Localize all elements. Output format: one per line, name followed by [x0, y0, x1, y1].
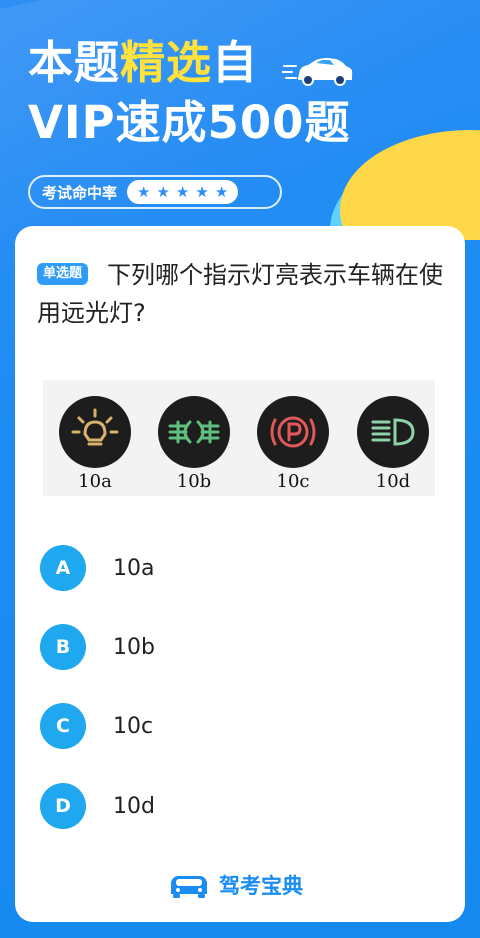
option-letter: A [40, 545, 86, 591]
option-c[interactable]: C 10c [40, 703, 440, 749]
parking-brake-indicator-icon [257, 396, 329, 468]
option-a[interactable]: A 10a [40, 545, 440, 591]
indicator-label: 10d [375, 471, 411, 492]
hit-rate-label: 考试命中率 [42, 183, 118, 202]
title-highlight: 精选 [120, 36, 213, 89]
indicator-label: 10b [176, 471, 212, 492]
title-line-1: 本题精选自 [28, 36, 259, 89]
star-rating: ★ ★ ★ ★ ★ [127, 180, 239, 204]
option-letter: B [40, 624, 86, 670]
option-letter: C [40, 703, 86, 749]
star-icon: ★ [156, 182, 170, 201]
high-beam-indicator-icon [357, 396, 429, 468]
star-icon: ★ [214, 182, 229, 201]
car-logo-icon [171, 876, 207, 898]
star-icon: ★ [175, 182, 190, 201]
fog-light-indicator-icon [158, 396, 230, 468]
option-letter: D [40, 783, 86, 829]
car-icon [282, 58, 353, 86]
option-d[interactable]: D 10d [40, 783, 440, 829]
indicator-label: 10a [78, 471, 112, 492]
question-card: 单选题 下列哪个指示灯亮表示车辆在使用远光灯? 10a 10b 10c 10d … [15, 226, 465, 922]
option-b[interactable]: B 10b [40, 624, 440, 670]
question-image: 10a 10b 10c 10d [43, 380, 435, 496]
brand-name: 驾考宝典 [219, 874, 303, 898]
bulb-indicator-icon [59, 396, 131, 468]
title-line-2: VIP速成500题 [28, 96, 351, 149]
option-text: 10b [113, 634, 155, 660]
star-icon: ★ [137, 182, 151, 201]
hit-rate-pill: 考试命中率 ★ ★ ★ ★ ★ [28, 175, 282, 209]
option-text: 10c [113, 713, 154, 739]
brand-logo: 驾考宝典 [167, 870, 303, 900]
indicator-label: 10c [276, 471, 310, 492]
star-icon: ★ [195, 182, 209, 201]
option-text: 10a [113, 555, 155, 581]
question-text: 下列哪个指示灯亮表示车辆在使用远光灯? [37, 261, 443, 327]
option-text: 10d [113, 793, 155, 819]
